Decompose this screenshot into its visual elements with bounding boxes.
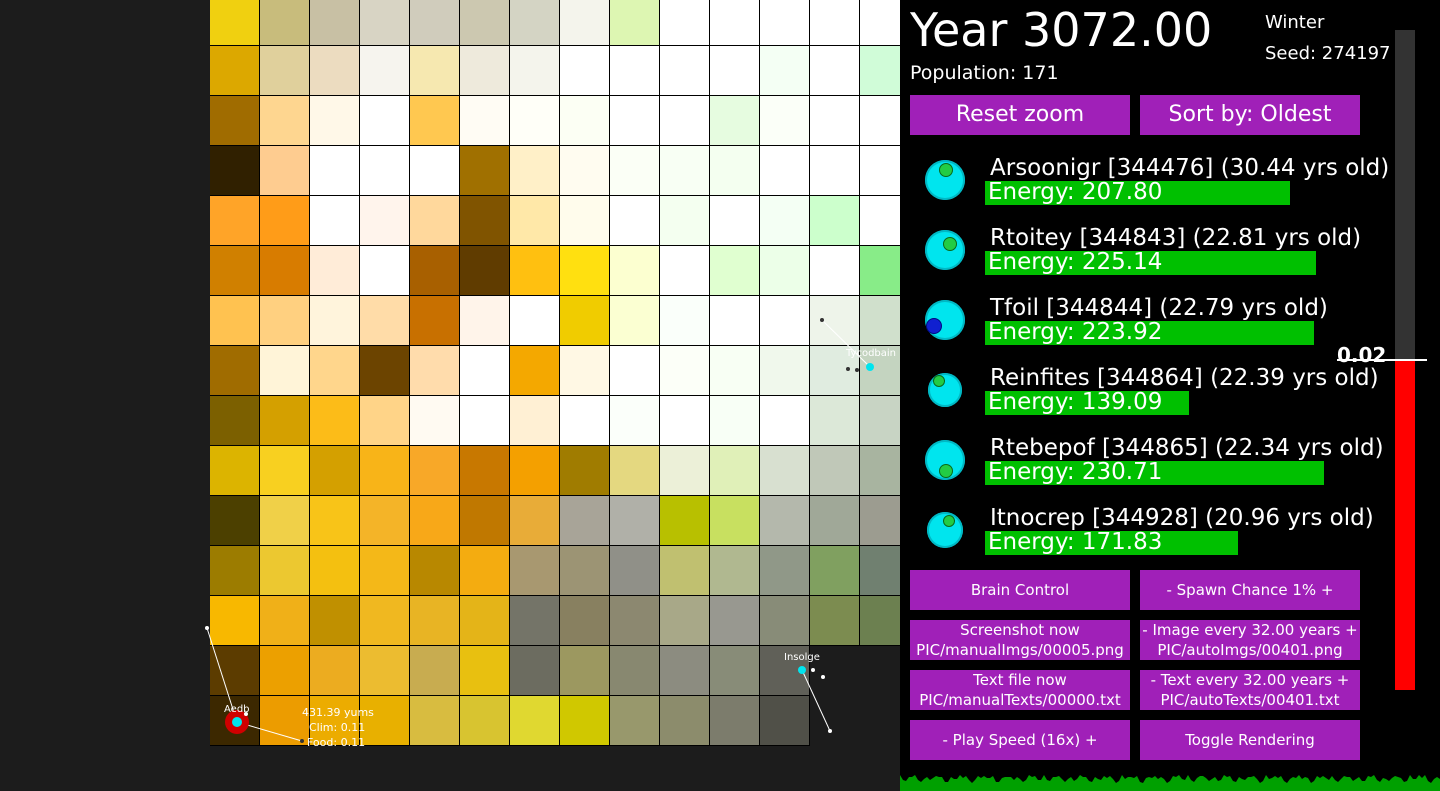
creature-row[interactable]: Itnocrep [344928] (20.96 yrs old) Energy…: [900, 505, 1400, 575]
reset-zoom-button[interactable]: Reset zoom: [910, 95, 1130, 135]
creature-icon: [928, 373, 962, 407]
creature-energy: Energy: 171.83: [988, 529, 1163, 555]
screenshot-path: PIC/manualImgs/00005.png: [916, 641, 1124, 659]
sort-by-button[interactable]: Sort by: Oldest: [1140, 95, 1360, 135]
world-view[interactable]: Aedb Tycodbain Insolge 431.39 yums Clim:…: [0, 0, 900, 791]
image-path: PIC/autoImgs/00401.png: [1157, 641, 1343, 659]
season-display: Winter: [1265, 12, 1325, 33]
creature-row[interactable]: Rtebepof [344865] (22.34 yrs old) Energy…: [900, 435, 1400, 505]
selected-info-food: Food: 0.11: [307, 736, 366, 749]
creature-icon: [927, 512, 963, 548]
creature-energy: Energy: 230.71: [988, 459, 1163, 485]
image-every-label: - Image every 32.00 years +: [1142, 621, 1358, 639]
creature-name: Rtebepof [344865] (22.34 yrs old): [990, 435, 1384, 461]
image-every-control[interactable]: - Image every 32.00 years + PIC/autoImgs…: [1140, 620, 1360, 660]
toggle-rendering-button[interactable]: Toggle Rendering: [1140, 720, 1360, 760]
agent-insolge: [798, 666, 806, 674]
creature-row[interactable]: Reinfites [344864] (22.39 yrs old) Energ…: [900, 365, 1400, 435]
creature-name: Arsoonigr [344476] (30.44 yrs old): [990, 155, 1390, 181]
creature-energy: Energy: 223.92: [988, 319, 1163, 345]
creature-icon: [925, 300, 965, 340]
year-display: Year 3072.00: [910, 3, 1213, 57]
creature-icon: [925, 440, 965, 480]
seed-display: Seed: 274197: [1265, 43, 1391, 64]
creature-name: Tfoil [344844] (22.79 yrs old): [990, 295, 1328, 321]
creature-row[interactable]: Tfoil [344844] (22.79 yrs old) Energy: 2…: [900, 295, 1400, 365]
selected-info-yums: 431.39 yums: [302, 706, 374, 719]
creature-row[interactable]: Rtoitey [344843] (22.81 yrs old) Energy:…: [900, 225, 1400, 295]
creature-name: Itnocrep [344928] (20.96 yrs old): [990, 505, 1374, 531]
population-display: Population: 171: [910, 62, 1059, 84]
meter-label: 0.02: [1337, 343, 1387, 367]
agent-label-aedb: Aedb: [224, 704, 250, 715]
agent-label-tycodbain: Tycodbain: [846, 348, 897, 359]
creature-row[interactable]: Arsoonigr [344476] (30.44 yrs old) Energ…: [900, 155, 1400, 225]
creature-name: Rtoitey [344843] (22.81 yrs old): [990, 225, 1362, 251]
play-speed-control[interactable]: - Play Speed (16x) +: [910, 720, 1130, 760]
agent-label-insolge: Insolge: [784, 652, 820, 663]
creature-energy: Energy: 139.09: [988, 389, 1163, 415]
agent-tycodbain: [866, 363, 874, 371]
creature-energy: Energy: 207.80: [988, 179, 1163, 205]
creature-icon: [925, 160, 965, 200]
brain-control-button[interactable]: Brain Control: [910, 570, 1130, 610]
population-graph-area: [900, 775, 1440, 791]
creature-name: Reinfites [344864] (22.39 yrs old): [990, 365, 1379, 391]
screenshot-now-button[interactable]: Screenshot now PIC/manualImgs/00005.png: [910, 620, 1130, 660]
creature-energy: Energy: 225.14: [988, 249, 1163, 275]
text-path: PIC/autoTexts/00401.txt: [1160, 691, 1340, 709]
text-file-now-label: Text file now: [973, 671, 1067, 689]
spawn-chance-control[interactable]: - Spawn Chance 1% +: [1140, 570, 1360, 610]
selected-info-clim: Clim: 0.11: [309, 721, 366, 734]
text-every-control[interactable]: - Text every 32.00 years + PIC/autoTexts…: [1140, 670, 1360, 710]
meter-fill: [1395, 360, 1415, 690]
text-file-path: PIC/manualTexts/00000.txt: [919, 691, 1121, 709]
temperature-meter[interactable]: [1337, 30, 1427, 690]
agent-aedb: [232, 717, 242, 727]
agent-overlay: [205, 318, 874, 743]
side-panel: Year 3072.00 Population: 171 Winter Seed…: [900, 0, 1440, 791]
population-graph: [900, 775, 1440, 791]
text-every-label: - Text every 32.00 years +: [1150, 671, 1350, 689]
screenshot-now-label: Screenshot now: [960, 621, 1080, 639]
text-file-now-button[interactable]: Text file now PIC/manualTexts/00000.txt: [910, 670, 1130, 710]
creature-icon: [925, 230, 965, 270]
